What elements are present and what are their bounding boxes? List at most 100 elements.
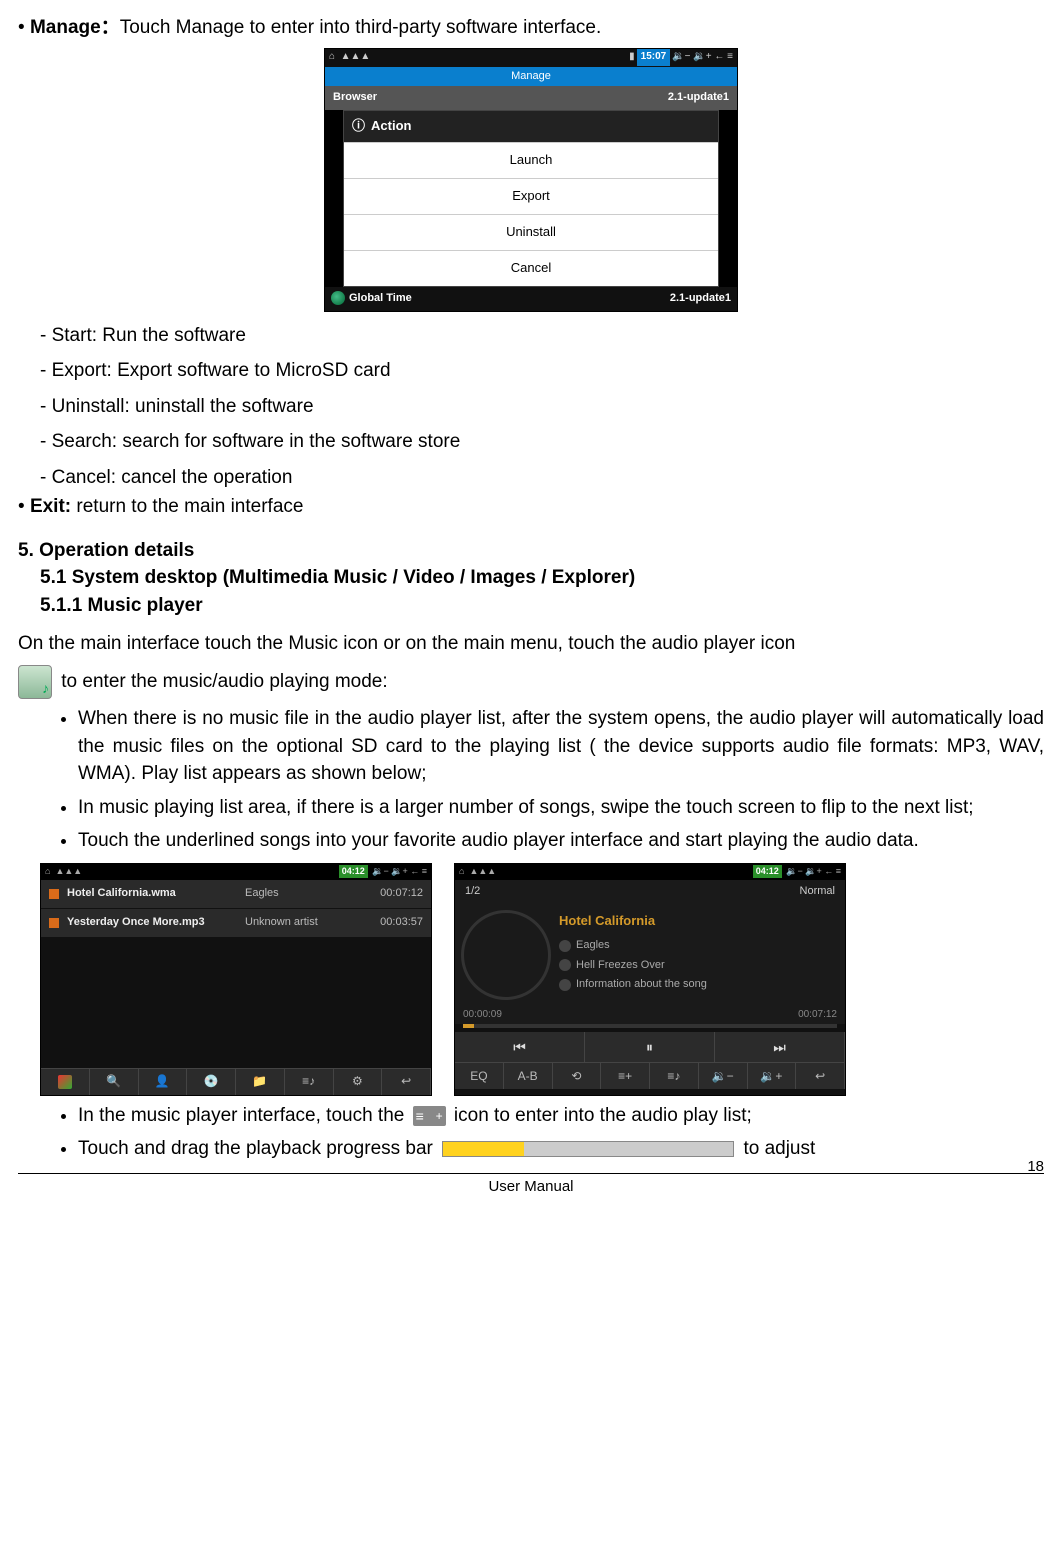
tab-folder[interactable]: 📁	[236, 1069, 285, 1095]
bullet-3: Touch the underlined songs into your fav…	[78, 827, 1044, 855]
manage-screenshot: ⌂ ▲▲▲ ▮ 15:07 🔉− 🔉+ ← ≡ Manage Browser 2…	[324, 48, 738, 312]
sys-icons: 🔉− 🔉+ ← ≡	[370, 865, 427, 878]
add-playlist-icon: +	[413, 1106, 446, 1126]
menu-icon: ≡	[727, 50, 733, 65]
bullet-prefix: •	[18, 17, 30, 38]
info-icon: ⓘ	[352, 117, 365, 136]
bullet-5: Touch and drag the playback progress bar…	[78, 1135, 1044, 1163]
intro-text-2: to enter the music/audio playing mode:	[56, 671, 388, 692]
warn-icon: ▲▲▲	[341, 50, 371, 65]
browser-version: 2.1-update1	[668, 90, 729, 106]
manage-rest: Touch Manage to enter into third-party s…	[120, 17, 602, 38]
back-button[interactable]: ↩	[796, 1063, 845, 1089]
action-dialog: ⓘ Action Launch Export Uninstall Cancel	[343, 110, 719, 286]
warn-icon: ▲▲▲	[469, 865, 496, 878]
tab-music[interactable]	[41, 1069, 90, 1095]
song-duration: 00:07:12	[363, 886, 423, 902]
browser-row: Browser 2.1-update1	[325, 86, 737, 110]
player-tab-bar: EQ A-B ⟲ ≡+ ≡♪ 🔉− 🔉+ ↩	[455, 1062, 845, 1089]
song-title: Yesterday Once More.mp3	[67, 915, 237, 931]
track-meta: Hotel California Eagles Hell Freezes Ove…	[559, 910, 839, 1000]
note-icon	[58, 1075, 72, 1089]
prev-button[interactable]: ⏮	[455, 1032, 585, 1062]
exit-bold: Exit:	[30, 496, 76, 517]
tab-artist[interactable]: 👤	[139, 1069, 188, 1095]
b5-a: Touch and drag the playback progress bar	[78, 1138, 438, 1159]
player-mid: Hotel California Eagles Hell Freezes Ove…	[455, 904, 845, 1006]
dialog-item-launch[interactable]: Launch	[344, 142, 718, 178]
status-bar: ⌂ ▲▲▲ 04:12 🔉− 🔉+ ← ≡	[455, 864, 845, 880]
song-artist: Unknown artist	[245, 915, 355, 931]
song-duration: 00:03:57	[363, 915, 423, 931]
next-button[interactable]: ⏭	[715, 1032, 845, 1062]
vol-down-button[interactable]: 🔉−	[699, 1063, 748, 1089]
tab-settings[interactable]: ⚙	[334, 1069, 383, 1095]
track-icon	[49, 918, 59, 928]
tab-bar: 🔍 👤 💿 📁 ≡♪ ⚙ ↩	[41, 1068, 431, 1095]
status-bar: ⌂ ▲▲▲ 04:12 🔉− 🔉+ ← ≡	[41, 864, 431, 880]
pause-button[interactable]: ⏸	[585, 1032, 715, 1062]
elapsed-time: 00:00:09	[463, 1008, 502, 1023]
eq-button[interactable]: EQ	[455, 1063, 504, 1089]
bullet-list-2: In the music player interface, touch the…	[78, 1102, 1044, 1163]
dialog-item-uninstall[interactable]: Uninstall	[344, 214, 718, 250]
album-icon	[559, 959, 571, 971]
browser-label: Browser	[333, 90, 377, 106]
clock: 15:07	[637, 49, 671, 66]
clock: 04:12	[753, 865, 782, 878]
track-counter: 1/2	[465, 884, 480, 900]
intro-line-2: to enter the music/audio playing mode:	[18, 665, 1044, 699]
list-button[interactable]: ≡♪	[650, 1063, 699, 1089]
status-bar: ⌂ ▲▲▲ ▮ 15:07 🔉− 🔉+ ← ≡	[325, 49, 737, 67]
home-icon: ⌂	[45, 865, 50, 878]
tab-search[interactable]: 🔍	[90, 1069, 139, 1095]
vol-up-icon: 🔉+	[693, 50, 711, 65]
progress-bar[interactable]	[463, 1024, 837, 1028]
album-art-disc	[461, 910, 551, 1000]
vol-down-icon: 🔉−	[672, 50, 690, 65]
playlist-screenshot: ⌂ ▲▲▲ 04:12 🔉− 🔉+ ← ≡ Hotel California.w…	[40, 863, 432, 1096]
tab-list[interactable]: ≡♪	[285, 1069, 334, 1095]
playlist-button[interactable]: ≡+	[601, 1063, 650, 1089]
info-icon	[559, 979, 571, 991]
ab-button[interactable]: A-B	[504, 1063, 553, 1089]
globe-icon	[331, 291, 345, 305]
song-artist: Eagles	[245, 886, 355, 902]
warn-icon: ▲▲▲	[55, 865, 82, 878]
song-info: Information about the song	[576, 977, 707, 993]
bullet-1: When there is no music file in the audio…	[78, 705, 1044, 788]
song-name: Hotel California	[559, 910, 839, 933]
vol-up-button[interactable]: 🔉+	[748, 1063, 797, 1089]
progress-row: 00:00:09 00:07:12	[455, 1006, 845, 1025]
footer-title: User Manual	[18, 1176, 1044, 1198]
back-icon: ←	[714, 50, 724, 65]
bullet-prefix: •	[18, 496, 30, 517]
song-row-2[interactable]: Yesterday Once More.mp3 Unknown artist 0…	[41, 909, 431, 938]
music-app-icon	[18, 665, 52, 699]
manage-header: Manage	[325, 67, 737, 87]
repeat-button[interactable]: ⟲	[553, 1063, 602, 1089]
bullet-4: In the music player interface, touch the…	[78, 1102, 1044, 1130]
dialog-header: ⓘ Action	[344, 111, 718, 142]
dialog-item-export[interactable]: Export	[344, 178, 718, 214]
total-time: 00:07:12	[798, 1008, 837, 1023]
clock: 04:12	[339, 865, 368, 878]
sys-icons: 🔉− 🔉+ ← ≡	[784, 865, 841, 878]
page-footer: 18 User Manual	[18, 1173, 1044, 1198]
progress-bar-inline[interactable]	[442, 1141, 734, 1157]
globaltime-label: Global Time	[349, 292, 412, 304]
heading-5: 5. Operation details	[18, 537, 1044, 565]
globaltime-row: Global Time 2.1-update1	[325, 287, 737, 311]
manage-line: • Manage：Touch Manage to enter into thir…	[18, 14, 1044, 42]
song-row-1[interactable]: Hotel California.wma Eagles 00:07:12	[41, 880, 431, 909]
tab-back[interactable]: ↩	[382, 1069, 431, 1095]
def-search: - Search: search for software in the sof…	[40, 428, 1044, 456]
intro-line: On the main interface touch the Music ic…	[18, 630, 1044, 658]
signal-icon: ▮	[629, 50, 635, 65]
dialog-title: Action	[371, 117, 411, 136]
bullet-list-1: When there is no music file in the audio…	[78, 705, 1044, 855]
dialog-item-cancel[interactable]: Cancel	[344, 250, 718, 286]
tab-album[interactable]: 💿	[187, 1069, 236, 1095]
def-cancel: - Cancel: cancel the operation	[40, 464, 1044, 492]
b4-b: icon to enter into the audio play list;	[449, 1105, 752, 1126]
